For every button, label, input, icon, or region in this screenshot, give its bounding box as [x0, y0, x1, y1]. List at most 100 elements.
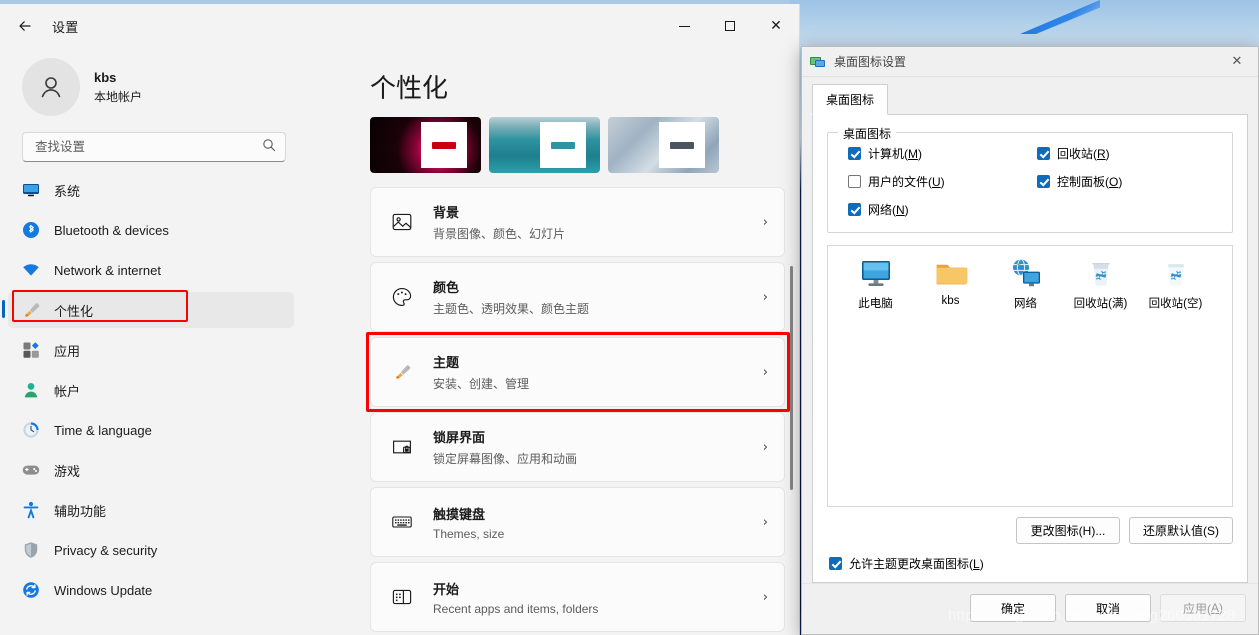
checkbox-box-user-files[interactable] — [848, 175, 861, 188]
search-icon — [262, 138, 276, 157]
keyboard-icon — [371, 511, 433, 533]
change-icon-button[interactable]: 更改图标(H)... — [1016, 517, 1120, 544]
card-subtitle: 锁定屏幕图像、应用和动画 — [433, 452, 578, 466]
preview-icon-0[interactable]: 此电脑 — [838, 258, 913, 311]
chevron-right-icon: › — [762, 289, 768, 305]
back-arrow-icon[interactable] — [8, 11, 42, 41]
paintbrush-icon — [371, 363, 433, 381]
sidebar-item-5[interactable]: 帐户 — [8, 372, 294, 408]
checkbox-user-files[interactable]: 用户的文件(U) — [848, 173, 1029, 190]
settings-card-4[interactable]: 触摸键盘 Themes, size › — [370, 487, 785, 557]
preview-icon-3[interactable]: 回收站(满) — [1063, 258, 1138, 311]
sidebar-item-10[interactable]: Windows Update — [8, 572, 294, 608]
settings-card-list: 背景 背景图像、颜色、幻灯片 › 颜色 主题色、透明效果、颜色主题 › 主题 安装、创建、管理… — [366, 187, 790, 632]
network-icon — [1009, 258, 1043, 290]
sidebar-item-3[interactable]: 个性化 — [2, 290, 294, 328]
update-icon — [22, 581, 40, 599]
card-title: 颜色 — [433, 280, 460, 295]
tab-desktop-icons[interactable]: 桌面图标 — [812, 84, 889, 115]
dialog-title: 桌面图标设置 — [834, 55, 907, 69]
search-box[interactable] — [22, 132, 286, 162]
checkbox-box-computer[interactable] — [848, 147, 861, 160]
sidebar-item-4[interactable]: 应用 — [8, 332, 294, 368]
sidebar-item-label: 游戏 — [54, 463, 81, 479]
shield-icon — [22, 541, 40, 559]
checkbox-control-panel[interactable]: 控制面板(O) — [1037, 173, 1218, 190]
dialog-tab-panel: 桌面图标 计算机(M) 回收站(R) 用户的文件(U) 控制面板(O) 网络(N) 此电… — [812, 115, 1248, 583]
apps-icon — [22, 341, 40, 359]
checkbox-recycle-bin[interactable]: 回收站(R) — [1037, 145, 1218, 162]
avatar — [22, 58, 80, 116]
sidebar-item-0[interactable]: 系统 — [8, 172, 294, 208]
dialog-body: 桌面图标 桌面图标 计算机(M) 回收站(R) 用户的文件(U) 控制面板(O) 网络(… — [802, 77, 1258, 583]
recycle-bin-empty-icon — [1159, 258, 1193, 290]
sidebar-item-7[interactable]: 游戏 — [8, 452, 294, 488]
checkbox-network[interactable]: 网络(N) — [848, 201, 1029, 218]
chevron-right-icon: › — [762, 214, 768, 230]
checkbox-box-control-panel[interactable] — [1037, 175, 1050, 188]
sidebar-item-6[interactable]: Time & language — [8, 412, 294, 448]
preview-icon-1[interactable]: kbs — [913, 258, 988, 311]
sidebar-item-1[interactable]: Bluetooth & devices — [8, 212, 294, 248]
restore-default-button[interactable]: 还原默认值(S) — [1129, 517, 1233, 544]
lockscreen-icon — [371, 436, 433, 458]
theme-thumbnail-tile — [659, 122, 705, 168]
dialog-tabstrip: 桌面图标 — [812, 83, 1248, 115]
minimize-button[interactable] — [661, 4, 707, 48]
sidebar-item-label: Bluetooth & devices — [54, 222, 169, 238]
theme-thumbnail-strip — [366, 117, 785, 187]
checkbox-box-recycle-bin[interactable] — [1037, 147, 1050, 160]
sidebar-item-label: Windows Update — [54, 582, 153, 598]
settings-card-2[interactable]: 主题 安装、创建、管理 › — [366, 332, 790, 412]
account-subtitle: 本地帐户 — [94, 89, 143, 104]
sidebar-item-9[interactable]: Privacy & security — [8, 532, 294, 568]
settings-window: 设置 ✕ kbs 本地帐户 查找设置 系统 Bluetooth & device… — [0, 4, 800, 635]
scrollbar-thumb[interactable] — [790, 266, 793, 490]
icon-action-buttons: 更改图标(H)... 还原默认值(S) — [827, 517, 1233, 544]
allow-theme-change-checkbox[interactable]: 允许主题更改桌面图标(L) — [829, 555, 1233, 572]
checkbox-computer[interactable]: 计算机(M) — [848, 145, 1029, 162]
folder-icon — [934, 258, 968, 290]
chevron-right-icon: › — [762, 514, 768, 530]
page-title: 个性化 — [370, 73, 449, 103]
settings-titlebar: 设置 ✕ — [0, 4, 799, 48]
theme-thumbnail-2[interactable] — [608, 117, 719, 173]
maximize-button[interactable] — [707, 4, 753, 48]
settings-card-5[interactable]: 开始 Recent apps and items, folders › — [370, 562, 785, 632]
card-subtitle: 背景图像、颜色、幻灯片 — [433, 227, 566, 241]
allow-theme-change-box[interactable] — [829, 557, 842, 570]
wallpaper-sky — [790, 0, 1259, 48]
checkbox-label-control-panel: 控制面板(O) — [1057, 175, 1123, 189]
window-controls: ✕ — [661, 4, 799, 48]
settings-card-1[interactable]: 颜色 主题色、透明效果、颜色主题 › — [370, 262, 785, 332]
dialog-footer: 确定 取消 应用(A) — [802, 583, 1258, 634]
card-title: 背景 — [433, 205, 460, 220]
close-button[interactable]: ✕ — [753, 4, 799, 48]
cancel-button[interactable]: 取消 — [1065, 594, 1151, 622]
desktop-icons-groupbox: 桌面图标 计算机(M) 回收站(R) 用户的文件(U) 控制面板(O) 网络(N) — [827, 125, 1233, 233]
dialog-titlebar: 桌面图标设置 ✕ — [802, 47, 1258, 77]
ok-button[interactable]: 确定 — [970, 594, 1056, 622]
sidebar-item-2[interactable]: Network & internet — [8, 252, 294, 288]
theme-thumbnail-1[interactable] — [489, 117, 600, 173]
theme-accent-bar — [551, 141, 575, 149]
checkbox-box-network[interactable] — [848, 203, 861, 216]
allow-theme-change-label: 允许主题更改桌面图标(L) — [849, 557, 984, 571]
sidebar-item-8[interactable]: 辅助功能 — [8, 492, 294, 528]
settings-card-3[interactable]: 锁屏界面 锁定屏幕图像、应用和动画 › — [370, 412, 785, 482]
account-name: kbs — [94, 69, 117, 85]
chevron-right-icon: › — [762, 364, 768, 380]
window-title: 设置 — [52, 19, 79, 35]
main-scrollbar[interactable] — [790, 156, 793, 596]
theme-thumbnail-0[interactable] — [370, 117, 481, 173]
account-card[interactable]: kbs 本地帐户 — [0, 48, 308, 132]
image-icon — [371, 211, 433, 233]
dialog-close-button[interactable]: ✕ — [1216, 47, 1258, 77]
chevron-right-icon: › — [762, 439, 768, 455]
preview-icon-4[interactable]: 回收站(空) — [1138, 258, 1213, 311]
search-input[interactable] — [35, 140, 262, 154]
preview-icon-2[interactable]: 网络 — [988, 258, 1063, 311]
recycle-bin-full-icon — [1084, 258, 1118, 290]
settings-card-0[interactable]: 背景背景图像、颜色、幻灯片 › — [370, 187, 785, 257]
accessibility-icon — [22, 501, 40, 519]
